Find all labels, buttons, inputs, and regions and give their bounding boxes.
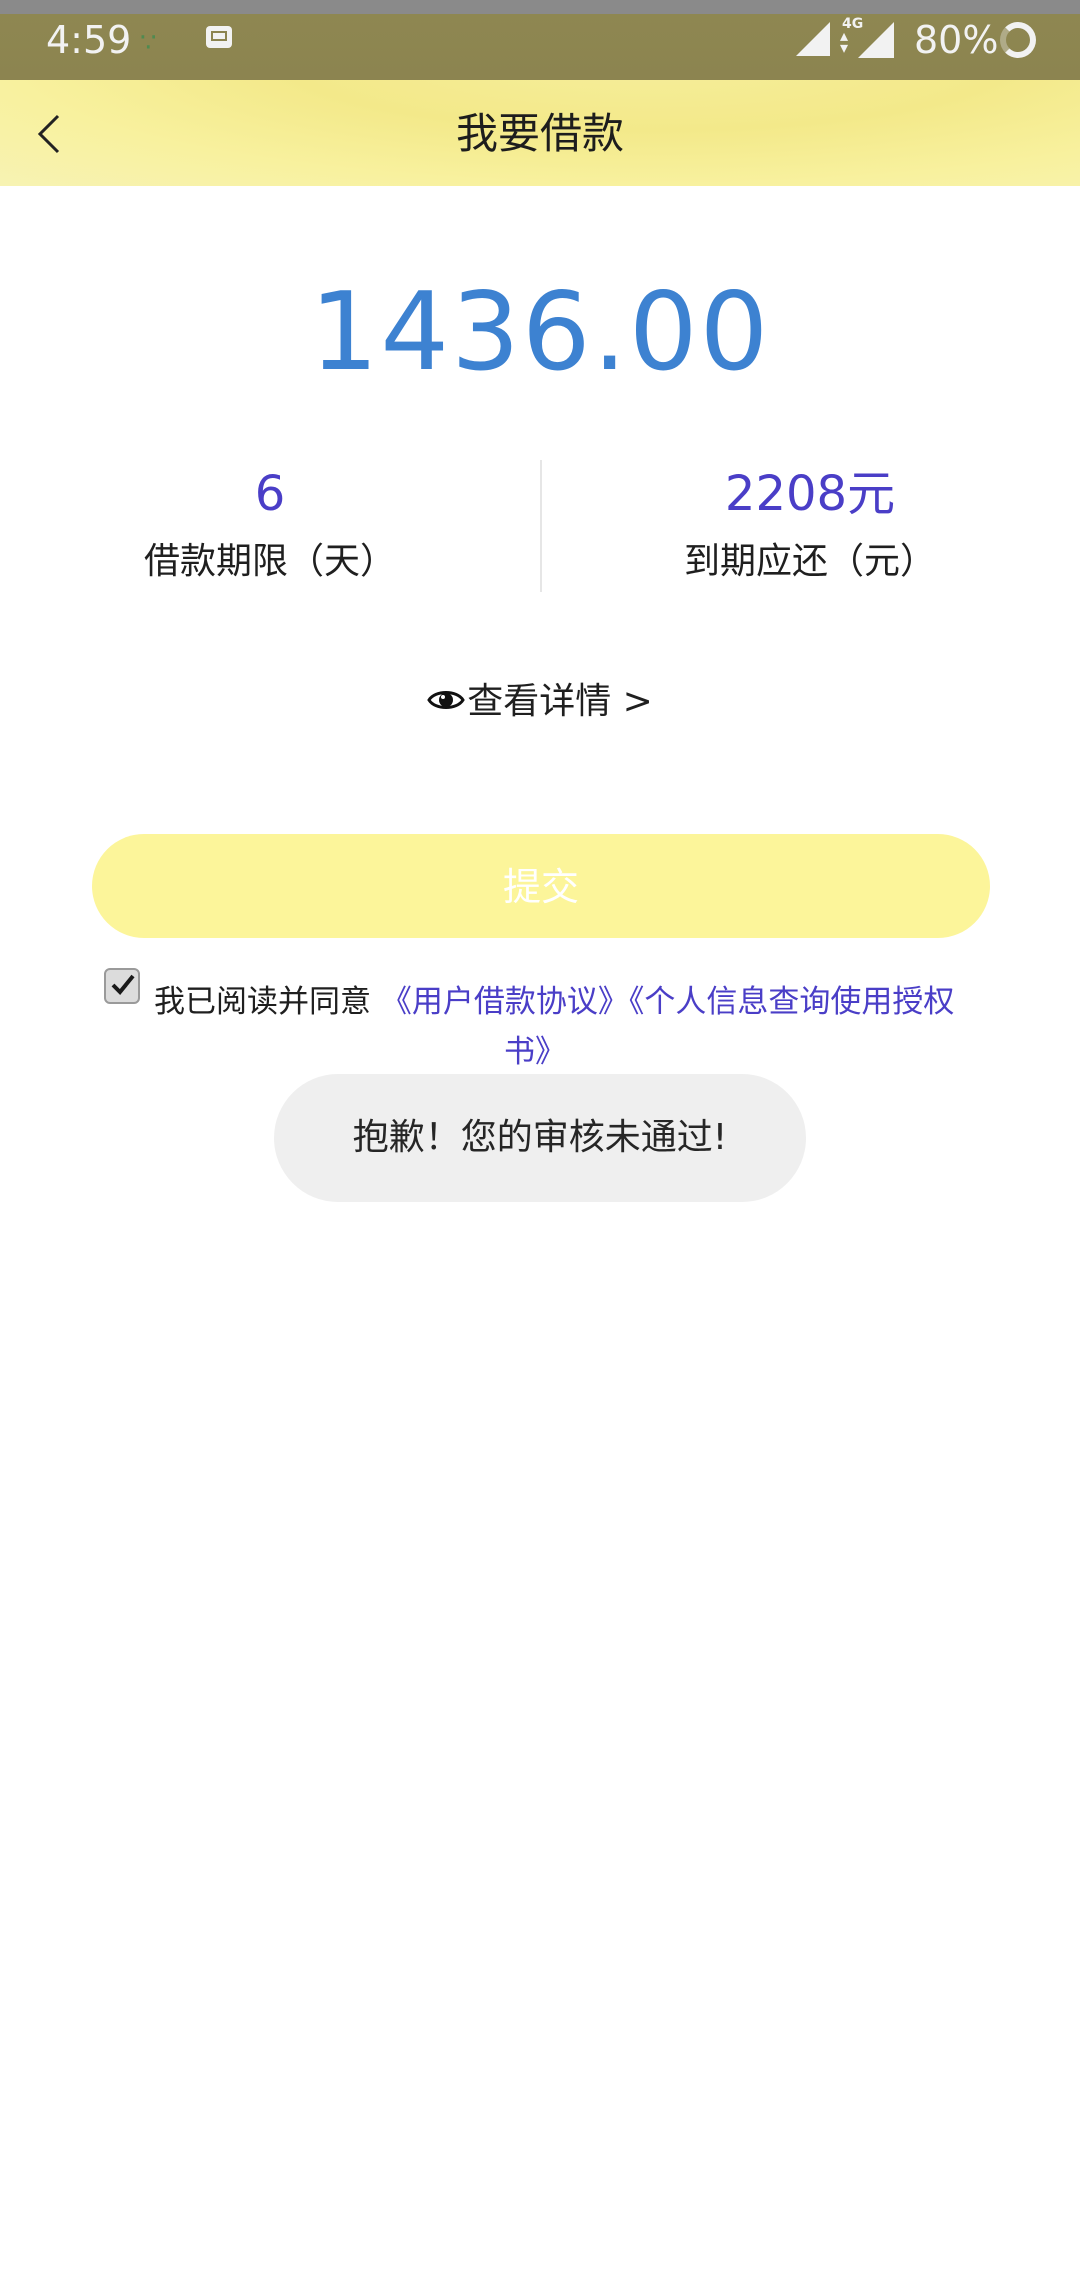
eye-icon	[427, 691, 465, 709]
info-authorization-link[interactable]: 《个人信息查询使用授权	[629, 984, 955, 1020]
submit-button[interactable]: 提交	[92, 834, 990, 938]
status-time: 4:59	[46, 18, 132, 62]
view-details-label: 查看详情 >	[467, 681, 653, 722]
repay-block: 2208元 到期应还（元）	[540, 462, 1080, 584]
app-header: 我要借款	[0, 80, 1080, 186]
loan-amount: 1436.00	[309, 270, 771, 395]
data-arrows-icon: ▴ ▾	[840, 26, 849, 57]
loan-term-block: 6 借款期限（天）	[0, 462, 540, 584]
info-authorization-link-cont[interactable]: 书》	[0, 1026, 1070, 1071]
signal-icon-2	[858, 22, 894, 58]
signal-icon	[796, 22, 830, 56]
loan-term-value: 6	[254, 466, 286, 522]
page-title: 我要借款	[455, 109, 624, 158]
agreement-text: 我已阅读并同意 《用户借款协议》《个人信息查询使用授权	[154, 976, 954, 1021]
notification-dots-icon: ∵	[140, 28, 161, 58]
agreement-prefix: 我已阅读并同意	[154, 984, 371, 1020]
mail-icon	[206, 26, 232, 48]
checkbox-checked-icon	[111, 974, 135, 995]
status-bar: 4:59 ∵ 4G ▴ ▾ 80%	[0, 0, 1080, 80]
battery-icon	[1000, 22, 1036, 58]
view-details-link[interactable]: 查看详情 >	[0, 672, 1080, 724]
battery-level: 80%	[914, 18, 999, 62]
loan-term-label: 借款期限（天）	[143, 541, 396, 582]
agreement-checkbox[interactable]	[104, 968, 140, 1004]
repay-label: 到期应还（元）	[683, 541, 936, 582]
toast-message: 抱歉！您的审核未通过!	[274, 1074, 806, 1202]
loan-agreement-link[interactable]: 《用户借款协议》	[381, 984, 629, 1020]
repay-value: 2208元	[724, 466, 896, 522]
